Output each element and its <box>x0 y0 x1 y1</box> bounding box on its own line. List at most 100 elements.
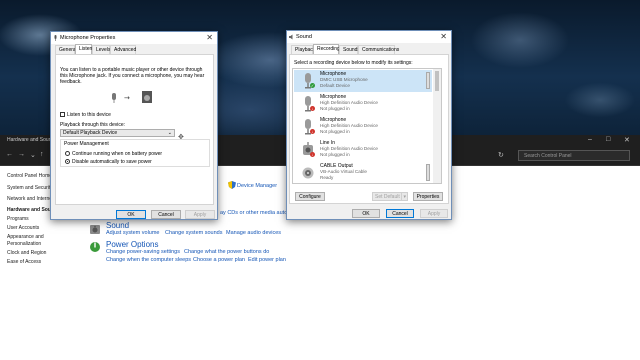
sidebar-item-programs[interactable]: Programs <box>7 216 29 222</box>
device-manager-link[interactable]: Device Manager <box>237 183 277 189</box>
recent-icon[interactable]: ⌄ <box>30 151 36 159</box>
up-icon[interactable]: ↑ <box>40 151 44 158</box>
list-item[interactable]: CABLE Output VB-Audio Virtual Cable Read… <box>294 162 432 183</box>
shield-icon <box>228 181 236 189</box>
minimize-icon[interactable]: – <box>588 136 592 143</box>
listen-diagram-icon: → <box>112 91 152 103</box>
device-description: DMIC USB Microphone <box>320 77 368 82</box>
cancel-button[interactable]: Cancel <box>386 209 414 218</box>
playback-label: Playback through this device: <box>60 122 126 128</box>
listen-description-line3: feedback. <box>60 79 82 85</box>
unplugged-arrow-icon: ↓ <box>310 129 315 134</box>
playback-device-value: Default Playback Device <box>63 130 118 136</box>
set-default-label: Set Default <box>375 194 400 200</box>
sidebar-item-appearance[interactable]: Appearance and Personalization <box>7 234 47 248</box>
device-status: Ready <box>320 175 334 180</box>
continue-running-radio[interactable] <box>65 151 70 156</box>
tab-levels[interactable]: Levels <box>92 45 110 54</box>
level-meter <box>426 72 430 89</box>
list-item[interactable]: ✓ Microphone DMIC USB Microphone Default… <box>294 70 432 92</box>
refresh-icon[interactable]: ↻ <box>498 151 504 159</box>
sidebar-item-user-accounts[interactable]: User Accounts <box>7 225 39 231</box>
mic-dialog-titlebar: Microphone Properties ✕ <box>51 32 217 44</box>
set-default-button[interactable]: Set Default ▾ <box>372 192 408 201</box>
sidebar-item-ease-of-access[interactable]: Ease of Access <box>7 259 41 265</box>
device-description: VB-Audio Virtual Cable <box>320 169 367 174</box>
cancel-button[interactable]: Cancel <box>151 210 181 219</box>
sidebar-item-home[interactable]: Control Panel Home <box>7 173 52 179</box>
sidebar-item-system-security[interactable]: System and Security <box>7 185 53 191</box>
scrollbar-thumb[interactable] <box>435 71 439 91</box>
power-plan-link[interactable]: Choose a power plan <box>193 257 245 263</box>
svg-text:→: → <box>124 94 130 102</box>
tab-general[interactable]: General <box>55 45 77 54</box>
adjust-volume-link[interactable]: Adjust system volume <box>106 230 160 236</box>
device-status: Default Device <box>320 83 350 88</box>
unplugged-arrow-icon: ↓ <box>310 106 315 111</box>
power-management-label: Power Management <box>64 141 109 147</box>
sound-heading[interactable]: Sound <box>106 221 129 230</box>
sleep-link[interactable]: Change when the computer sleeps <box>106 257 191 263</box>
power-options-heading[interactable]: Power Options <box>106 240 158 249</box>
microphone-properties-dialog: Microphone Properties ✕ General Listen L… <box>50 31 218 220</box>
chevron-down-icon: ▾ <box>401 193 406 201</box>
level-meter <box>426 164 430 181</box>
list-item[interactable]: ↓ Line In High Definition Audio Device N… <box>294 139 432 161</box>
search-input[interactable]: Search Control Panel <box>518 150 630 161</box>
checkmark-icon: ✓ <box>310 83 315 88</box>
device-status: Not plugged in <box>320 152 350 157</box>
maximize-icon[interactable]: □ <box>606 136 610 143</box>
edit-plan-link[interactable]: Edit power plan <box>248 257 286 263</box>
tab-listen[interactable]: Listen <box>75 44 92 54</box>
back-icon[interactable]: ← <box>6 151 13 158</box>
tab-communications[interactable]: Communications <box>358 45 399 54</box>
forward-icon[interactable]: → <box>18 151 25 158</box>
list-item[interactable]: ↓ Microphone High Definition Audio Devic… <box>294 116 432 138</box>
recording-device-list[interactable]: ✓ Microphone DMIC USB Microphone Default… <box>292 68 442 184</box>
ok-button[interactable]: OK <box>116 210 146 219</box>
chevron-down-icon: ⌄ <box>167 130 172 136</box>
mic-dialog-title: Microphone Properties <box>60 35 116 41</box>
listen-checkbox-label: Listen to this device <box>67 112 111 118</box>
sidebar-item-network[interactable]: Network and Internet <box>7 196 53 202</box>
properties-button[interactable]: Properties <box>413 192 443 201</box>
continue-running-label: Continue running when on battery power <box>72 151 163 157</box>
configure-button[interactable]: Configure <box>295 192 325 201</box>
close-icon[interactable]: ✕ <box>624 136 630 144</box>
tab-advanced[interactable]: Advanced <box>110 45 136 54</box>
window-title: Hardware and Sound <box>7 137 55 143</box>
scrollbar[interactable] <box>433 69 441 183</box>
change-sounds-link[interactable]: Change system sounds <box>165 230 222 236</box>
device-description: High Definition Audio Device <box>320 146 378 151</box>
tab-recording[interactable]: Recording <box>313 44 340 54</box>
speaker-icon <box>90 225 100 234</box>
listen-panel: You can listen to a portable music playe… <box>55 54 214 205</box>
power-saving-link[interactable]: Change power-saving settings <box>106 249 180 255</box>
unplugged-arrow-icon: ↓ <box>310 152 315 157</box>
sound-dialog-title: Sound <box>296 34 312 40</box>
power-management-group: Power Management Continue running when o… <box>60 139 210 167</box>
device-status: Not plugged in <box>320 106 350 111</box>
ok-button[interactable]: OK <box>352 209 380 218</box>
microphone-icon <box>54 35 57 41</box>
listen-checkbox[interactable] <box>60 112 65 117</box>
list-item[interactable]: ↓ Microphone High Definition Audio Devic… <box>294 93 432 115</box>
playback-device-select[interactable]: Default Playback Device ⌄ <box>60 129 175 137</box>
cable-icon <box>302 167 314 179</box>
device-status: Not plugged in <box>320 129 350 134</box>
sidebar-item-clock-region[interactable]: Clock and Region <box>7 250 46 256</box>
apply-button[interactable]: Apply <box>185 210 215 219</box>
speaker-icon <box>289 34 293 40</box>
sound-dialog-titlebar: Sound ✕ <box>287 31 451 43</box>
autoplay-link[interactable]: ay CDs or other media autom <box>220 210 292 216</box>
power-buttons-link[interactable]: Change what the power buttons do <box>184 249 269 255</box>
power-options-icon <box>90 242 100 252</box>
close-icon[interactable]: ✕ <box>440 32 447 41</box>
tab-sounds[interactable]: Sounds <box>339 45 360 54</box>
apply-button[interactable]: Apply <box>420 209 448 218</box>
manage-audio-link[interactable]: Manage audio devices <box>226 230 281 236</box>
disable-auto-radio[interactable] <box>65 159 70 164</box>
close-icon[interactable]: ✕ <box>206 33 213 42</box>
tab-playback[interactable]: Playback <box>291 45 315 54</box>
device-description: High Definition Audio Device <box>320 123 378 128</box>
